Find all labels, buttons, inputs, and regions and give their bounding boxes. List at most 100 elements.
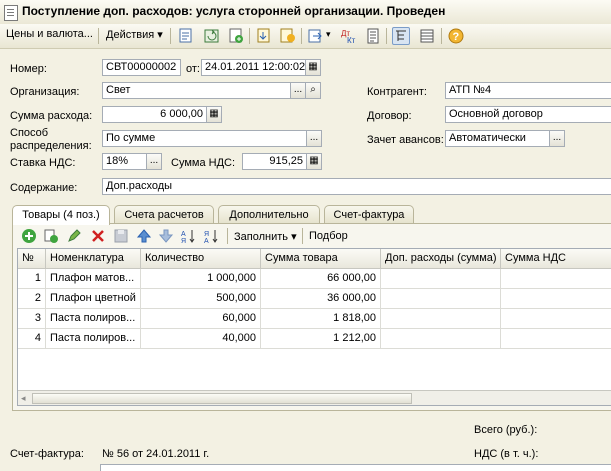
sort-asc-button[interactable]: АЯ <box>181 228 197 245</box>
table-row-3-goods-sum[interactable]: 1 818,00 <box>261 309 381 329</box>
table-row-4-goods-sum[interactable]: 1 212,00 <box>261 329 381 349</box>
distribution-label: Способ <box>10 127 49 139</box>
scrollbar-thumb[interactable] <box>32 393 412 404</box>
refresh-icon <box>204 29 219 43</box>
organization-field[interactable]: Свет <box>102 82 291 99</box>
table-row-4-number[interactable]: 4 <box>18 329 46 349</box>
help-button[interactable]: ? <box>447 27 465 45</box>
contract-field[interactable]: Основной договор <box>445 106 611 123</box>
table-row-1-quantity[interactable]: 1 000,000 <box>141 269 261 289</box>
organization-open-button[interactable]: ⌕ <box>305 82 321 99</box>
table-row-4-vat-sum[interactable] <box>501 329 611 349</box>
tab-invoice[interactable]: Счет-фактура <box>324 205 414 224</box>
search-icon: ⌕ <box>310 84 316 95</box>
column-header-number[interactable]: № <box>18 249 46 269</box>
tab-goods[interactable]: Товары (4 поз.) <box>12 205 110 225</box>
add-icon <box>229 28 243 43</box>
table-row-3-nomenclature[interactable]: Паста полиров... <box>46 309 141 329</box>
vat-calculator-button[interactable]: ▦ <box>306 153 322 170</box>
column-header-extra-expenses[interactable]: Доп. расходы (сумма) <box>381 249 501 269</box>
vat-rate-field[interactable]: 18% <box>102 153 147 170</box>
debit-credit-icon: ДтКт <box>341 29 356 45</box>
fill-menu-button[interactable]: Заполнить ▾ <box>234 230 297 243</box>
table-row-3-quantity[interactable]: 60,000 <box>141 309 261 329</box>
structure-button[interactable] <box>392 27 410 45</box>
horizontal-scrollbar[interactable]: ◂ <box>18 390 611 405</box>
table-row-2-number[interactable]: 2 <box>18 289 46 309</box>
content-field[interactable]: Доп.расходы <box>102 178 611 195</box>
tab-settlement-accounts[interactable]: Счета расчетов <box>114 205 214 224</box>
vat-rate-select-button[interactable]: ... <box>146 153 162 170</box>
counterparty-label: Контрагент: <box>367 86 427 98</box>
report-button[interactable] <box>364 27 382 45</box>
post-document-button[interactable] <box>177 27 195 45</box>
expense-sum-field[interactable]: 6 000,00 <box>102 106 207 123</box>
goto-chevron-down-icon[interactable]: ▾ <box>326 29 331 40</box>
sort-desc-button[interactable]: ЯА <box>204 228 220 245</box>
column-header-vat-sum[interactable]: Сумма НДС <box>501 249 611 269</box>
end-edit-button[interactable] <box>113 228 129 244</box>
table-row-4-quantity[interactable]: 40,000 <box>141 329 261 349</box>
select-button[interactable]: Подбор <box>309 230 348 242</box>
invoice-link[interactable]: № 56 от 24.01.2011 г. <box>102 448 209 460</box>
list-button[interactable] <box>418 27 436 45</box>
content-label: Содержание: <box>10 182 78 194</box>
help-icon: ? <box>448 28 464 44</box>
move-down-row-button[interactable] <box>158 228 174 244</box>
counterparty-field[interactable]: АТП №4 <box>445 82 611 99</box>
pencil-icon <box>68 229 81 242</box>
table-row-1-vat-sum[interactable] <box>501 269 611 289</box>
svg-text:А: А <box>181 231 186 238</box>
doc-movements-button[interactable] <box>279 27 297 45</box>
prices-currency-button[interactable]: Цены и валюта... <box>6 28 93 40</box>
sort-ascending-icon: АЯ <box>181 230 195 245</box>
table-row-1-goods-sum[interactable]: 66 000,00 <box>261 269 381 289</box>
goto-button[interactable] <box>307 27 325 45</box>
column-header-quantity[interactable]: Количество <box>141 249 261 269</box>
organization-select-button[interactable]: ... <box>290 82 306 99</box>
column-header-nomenclature[interactable]: Номенклатура <box>46 249 141 269</box>
toolbar-separator <box>386 28 387 44</box>
calendar-button[interactable]: ▦ <box>305 59 321 76</box>
refresh-button[interactable] <box>203 27 221 45</box>
table-row-2-vat-sum[interactable] <box>501 289 611 309</box>
table-row-4-nomenclature[interactable]: Паста полиров... <box>46 329 141 349</box>
move-down-icon <box>257 28 270 43</box>
distribution-select-button[interactable]: ... <box>306 130 322 147</box>
table-row-3-extra-expenses[interactable] <box>381 309 501 329</box>
calculator-button[interactable]: ▦ <box>206 106 222 123</box>
advances-select-button[interactable]: ... <box>549 130 565 147</box>
table-row-3-number[interactable]: 3 <box>18 309 46 329</box>
vat-sum-field[interactable]: 915,25 <box>242 153 307 170</box>
table-row-1-nomenclature[interactable]: Плафон матов... <box>46 269 141 289</box>
actions-menu-button[interactable]: Действия ▾ <box>106 28 163 41</box>
ellipsis-icon: ... <box>309 132 319 143</box>
arrow-down-icon <box>158 229 174 243</box>
move-down-button[interactable] <box>255 27 273 45</box>
doc-movements-icon <box>280 28 295 43</box>
distribution-field[interactable]: По сумме <box>102 130 307 147</box>
scroll-left-icon[interactable]: ◂ <box>21 393 26 404</box>
advances-field[interactable]: Автоматически <box>445 130 550 147</box>
table-row-1-number[interactable]: 1 <box>18 269 46 289</box>
svg-text:А: А <box>204 238 209 244</box>
add-row-button[interactable] <box>21 228 37 244</box>
delete-row-button[interactable] <box>90 228 106 244</box>
column-header-goods-sum[interactable]: Сумма товара <box>261 249 381 269</box>
table-row-4-extra-expenses[interactable] <box>381 329 501 349</box>
date-field[interactable]: 24.01.2011 12:00:02 <box>201 59 306 76</box>
debit-credit-button[interactable]: Дт Кт <box>340 27 358 45</box>
table-row-1-extra-expenses[interactable] <box>381 269 501 289</box>
table-row-3-vat-sum[interactable] <box>501 309 611 329</box>
table-row-2-quantity[interactable]: 500,000 <box>141 289 261 309</box>
add-button[interactable] <box>227 27 245 45</box>
table-row-2-extra-expenses[interactable] <box>381 289 501 309</box>
table-row-2-goods-sum[interactable]: 36 000,00 <box>261 289 381 309</box>
edit-row-button[interactable] <box>66 228 82 244</box>
ellipsis-icon: ... <box>552 132 562 143</box>
copy-row-button[interactable] <box>43 228 59 244</box>
move-up-button[interactable] <box>136 228 152 244</box>
number-field[interactable]: СВТ00000002 <box>102 59 181 76</box>
table-row-2-nomenclature[interactable]: Плафон цветной <box>46 289 141 309</box>
tab-additional[interactable]: Дополнительно <box>218 205 320 224</box>
